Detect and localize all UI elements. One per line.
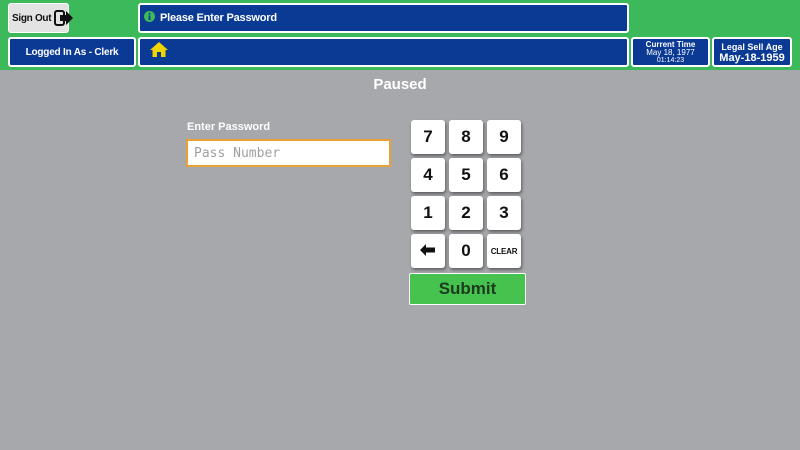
home-bar[interactable] <box>138 37 629 67</box>
current-time-value: 01:14:23 <box>656 57 685 64</box>
logged-in-user-box: Logged In As - Clerk <box>8 37 136 67</box>
key-5[interactable]: 5 <box>449 158 483 192</box>
submit-button[interactable]: Submit <box>409 273 526 305</box>
message-text: Please Enter Password <box>160 12 277 24</box>
key-clear[interactable]: CLEAR <box>487 234 521 268</box>
key-7[interactable]: 7 <box>411 120 445 154</box>
key-4[interactable]: 4 <box>411 158 445 192</box>
key-backspace[interactable] <box>411 234 445 268</box>
info-icon <box>144 9 155 27</box>
top-bar: Sign Out Please Enter Password Logged In… <box>0 0 800 70</box>
status-title: Paused <box>373 76 427 93</box>
legal-sell-age-box: Legal Sell Age May-18-1959 <box>712 37 792 67</box>
message-bar: Please Enter Password <box>138 3 629 33</box>
key-8[interactable]: 8 <box>449 120 483 154</box>
key-1[interactable]: 1 <box>411 196 445 230</box>
legal-sell-age-label: Legal Sell Age <box>721 42 783 52</box>
sign-out-arrow-icon <box>54 9 74 27</box>
sign-out-button[interactable]: Sign Out <box>8 3 74 33</box>
key-6[interactable]: 6 <box>487 158 521 192</box>
key-9[interactable]: 9 <box>487 120 521 154</box>
current-date: May 18, 1977 <box>646 48 695 57</box>
logged-in-label: Logged In As - Clerk <box>25 46 119 58</box>
key-3[interactable]: 3 <box>487 196 521 230</box>
key-2[interactable]: 2 <box>449 196 483 230</box>
home-icon[interactable] <box>149 41 169 63</box>
sign-out-label: Sign Out <box>12 12 52 24</box>
backspace-arrow-icon <box>420 241 436 261</box>
legal-sell-age-date: May-18-1959 <box>719 52 785 64</box>
password-input[interactable] <box>186 139 391 167</box>
key-0[interactable]: 0 <box>449 234 483 268</box>
password-label: Enter Password <box>187 121 271 133</box>
current-time-box: Current Time May 18, 1977 01:14:23 <box>631 37 710 67</box>
